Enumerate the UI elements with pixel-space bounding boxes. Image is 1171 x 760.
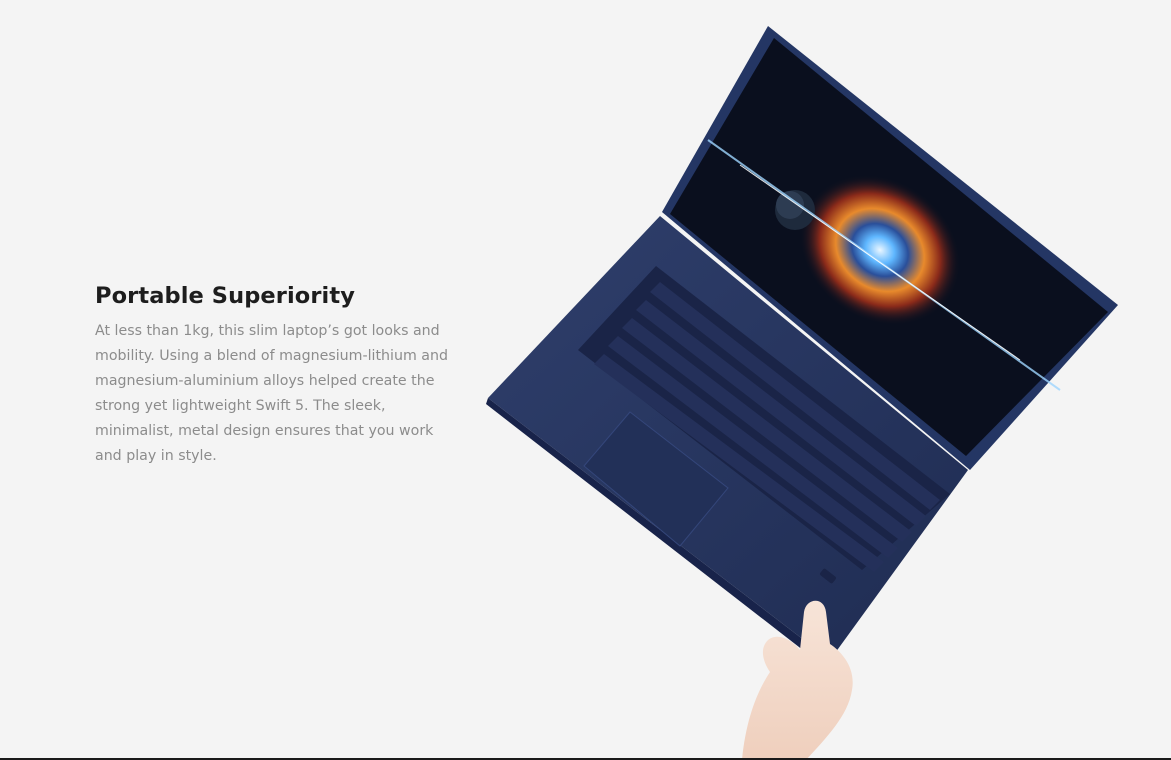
keyboard — [594, 282, 940, 572]
feature-description: At less than 1kg, this slim laptop’s got… — [95, 323, 448, 464]
laptop-screen — [662, 26, 1118, 470]
feature-text-block: Portable Superiority At less than 1kg, t… — [95, 281, 455, 469]
hand — [742, 600, 853, 760]
feature-section: Portable Superiority At less than 1kg, t… — [0, 0, 1171, 760]
laptop-base — [486, 216, 968, 668]
feature-heading: Portable Superiority — [95, 283, 355, 309]
